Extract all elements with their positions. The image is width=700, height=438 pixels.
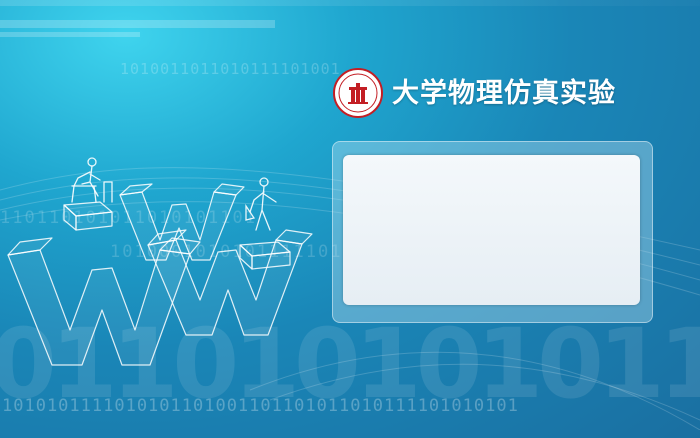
decor-bar: [0, 32, 140, 37]
app-title: 大学物理仿真实验: [392, 78, 616, 109]
splash-screen: 1010011011010111101001 11011010101101010…: [0, 0, 700, 438]
binary-text-top: 1010011011010111101001: [120, 60, 341, 78]
top-highlight: [0, 0, 700, 6]
university-seal-icon: [333, 68, 383, 118]
decor-bar: [0, 20, 275, 28]
www-illustration: [7, 157, 313, 366]
content-panel: [343, 155, 640, 305]
